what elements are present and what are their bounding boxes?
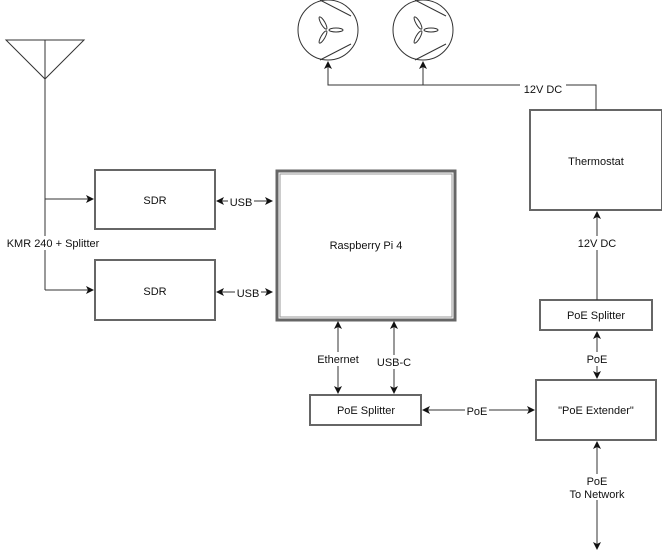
- raspberry-pi-node[interactable]: Raspberry Pi 4: [275, 169, 457, 322]
- network-diagram: KMR 240 + Splitter SDR SDR USB USB Raspb…: [2, 0, 662, 550]
- poe-vertical-label: PoE: [587, 354, 608, 366]
- poe-splitter-left-node[interactable]: PoE Splitter: [309, 394, 422, 426]
- dc-thermostat-label: 12V DC: [578, 238, 617, 250]
- poe-splitter-right-node[interactable]: PoE Splitter: [539, 299, 653, 331]
- sdr2-node[interactable]: SDR: [94, 259, 216, 321]
- thermostat-label: Thermostat: [568, 156, 624, 168]
- fan-icon: [392, 0, 454, 61]
- ethernet-label: Ethernet: [317, 354, 359, 366]
- usb1-label: USB: [230, 197, 253, 209]
- poe-extender-node[interactable]: "PoE Extender": [535, 379, 657, 441]
- sdr1-label: SDR: [143, 195, 166, 207]
- poe-extender-label: "PoE Extender": [558, 405, 634, 417]
- pi-label: Raspberry Pi 4: [330, 240, 403, 252]
- cable-label: KMR 240 + Splitter: [7, 238, 100, 250]
- poe-splitter-left-label: PoE Splitter: [337, 405, 395, 417]
- network-label-line1: PoE: [587, 476, 608, 488]
- dc-fans-label: 12V DC: [524, 84, 563, 96]
- sdr1-node[interactable]: SDR: [94, 169, 216, 230]
- poe-splitter-right-label: PoE Splitter: [567, 310, 625, 322]
- poe-mid-label: PoE: [467, 406, 488, 418]
- usb2-label: USB: [237, 288, 260, 300]
- thermostat-node[interactable]: Thermostat: [529, 109, 662, 211]
- network-label-line2: To Network: [569, 489, 625, 501]
- sdr2-label: SDR: [143, 286, 166, 298]
- antenna-icon: [4, 39, 86, 140]
- usbc-label: USB-C: [377, 357, 411, 369]
- fan-icon: [297, 0, 359, 61]
